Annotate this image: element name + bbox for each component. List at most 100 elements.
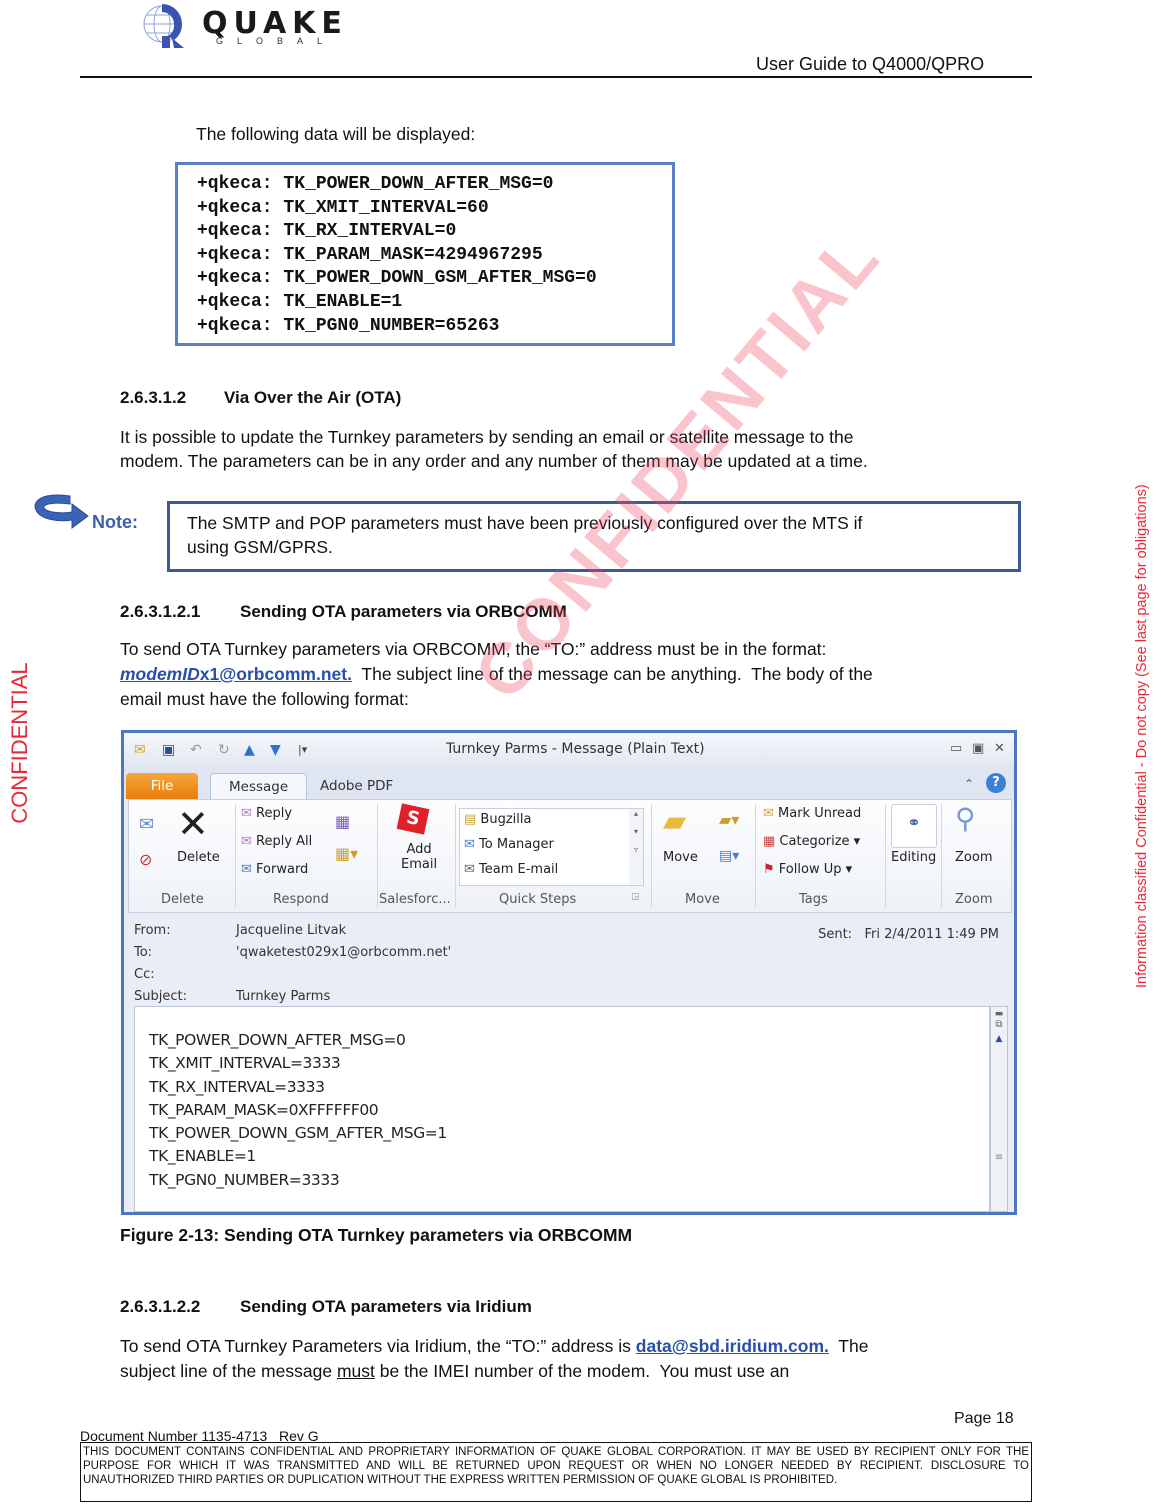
section-number: 2.6.3.1.2.1: [120, 602, 201, 621]
group-separator: [235, 804, 236, 908]
note-label: Note:: [92, 512, 138, 532]
group-label-tags: Tags: [799, 892, 828, 907]
scroll-top-icon[interactable]: ▬: [991, 1009, 1007, 1019]
tab-file[interactable]: File: [126, 773, 198, 799]
figure-caption: Figure 2-13: Sending OTA Turnkey paramet…: [120, 1225, 633, 1245]
body-scrollbar[interactable]: ▬ ⧉ ▲ ≡: [990, 1006, 1008, 1212]
tab-adobe-pdf[interactable]: Adobe PDF: [302, 773, 411, 799]
editing-label: Editing: [891, 850, 937, 865]
redo-icon[interactable]: ↻: [218, 741, 230, 759]
mark-unread-button[interactable]: ✉ Mark Unread: [763, 806, 861, 821]
junk-icon[interactable]: ⊘: [139, 850, 152, 869]
group-separator: [941, 804, 942, 908]
group-label-quick-steps: Quick Steps: [499, 892, 577, 907]
follow-up-label: Follow Up: [778, 862, 842, 877]
tab-message[interactable]: Message: [210, 773, 308, 800]
sent-label: Sent:: [818, 927, 853, 942]
help-icon[interactable]: ?: [986, 773, 1006, 793]
delete-button[interactable]: Delete: [177, 850, 220, 865]
section-number: 2.6.3.1.2: [120, 388, 187, 407]
delete-x-icon[interactable]: ✕: [177, 802, 209, 846]
more-respond-icon[interactable]: ▦▾: [335, 844, 358, 863]
paragraph-text: The: [828, 1336, 869, 1356]
scroll-grip-icon[interactable]: ≡: [991, 1152, 1007, 1163]
zoom-button[interactable]: Zoom: [955, 850, 992, 865]
customize-toolbar-icon[interactable]: |▾: [298, 741, 307, 759]
code-line: +qkeca: TK_POWER_DOWN_GSM_AFTER_MSG=0: [197, 268, 597, 289]
editing-button[interactable]: ⚭: [891, 804, 937, 848]
dialog-launcher-icon[interactable]: ◲: [631, 892, 640, 902]
add-email-label-1: Add: [406, 842, 432, 857]
undo-icon[interactable]: ↶: [190, 741, 202, 759]
paragraph-text: be the IMEI number of the modem. You mus…: [374, 1361, 790, 1381]
orbcomm-address-link[interactable]: modemIDx1@orbcomm.net.: [120, 664, 352, 684]
paragraph-line: email must have the following format:: [120, 689, 409, 709]
paragraph-line: To send OTA Turnkey Parameters via Iridi…: [120, 1334, 1030, 1359]
quick-step-label: Bugzilla: [480, 812, 532, 827]
quick-steps-scrollbar[interactable]: ▴ ▾ ▿: [629, 808, 644, 886]
group-separator: [651, 804, 652, 908]
meeting-icon[interactable]: ▦: [335, 812, 350, 831]
section-title: Via Over the Air (OTA): [224, 388, 402, 407]
categorize-button[interactable]: ▦ Categorize ▾: [763, 834, 860, 849]
iridium-address-link[interactable]: data@sbd.iridium.com.: [636, 1336, 829, 1356]
rules-icon[interactable]: ▰▾: [719, 810, 739, 829]
ribbon-tabs: File Message Adobe PDF ⌃ ?: [124, 769, 1014, 800]
scroll-up-arrow[interactable]: ▲: [991, 1034, 1007, 1044]
reply-all-icon: ✉: [241, 834, 257, 849]
add-email-button[interactable]: Add Email: [401, 842, 437, 872]
from-label: From:: [134, 923, 171, 938]
body-line: TK_RX_INTERVAL=3333: [149, 1077, 325, 1096]
categorize-icon: ▦: [763, 834, 780, 849]
flag-icon: ⚑: [763, 862, 779, 877]
code-output-box: +qkeca: TK_POWER_DOWN_AFTER_MSG=0 +qkeca…: [175, 162, 675, 346]
to-value[interactable]: 'qwaketest029x1@orbcomm.net': [236, 945, 451, 960]
code-line: +qkeca: TK_XMIT_INTERVAL=60: [197, 197, 489, 218]
onenote-icon[interactable]: ▤▾: [719, 848, 739, 864]
close-icon[interactable]: ✕: [994, 741, 1005, 756]
confidential-side-watermark: CONFIDENTIAL: [7, 662, 32, 824]
globe-icon: [143, 4, 184, 48]
save-icon[interactable]: ▣: [162, 741, 175, 759]
paragraph-line: modem. The parameters can be in any orde…: [120, 451, 868, 471]
section-heading-iridium: 2.6.3.1.2.2 Sending OTA parameters via Ir…: [120, 1297, 532, 1317]
message-body[interactable]: TK_POWER_DOWN_AFTER_MSG=0 TK_XMIT_INTERV…: [134, 1006, 990, 1212]
classification-side-notice: Information classified Confidential - Do…: [1134, 484, 1150, 988]
paragraph-line: subject line of the message must be the …: [120, 1359, 1030, 1384]
next-item-icon[interactable]: ▼: [270, 741, 281, 759]
reply-button[interactable]: ✉ Reply: [241, 806, 292, 821]
header-divider: [80, 76, 1032, 78]
note-arrow-icon: [34, 494, 89, 529]
group-label-delete: Delete: [161, 892, 204, 907]
categorize-label: Categorize: [779, 834, 850, 849]
quick-step-to-manager[interactable]: ✉ To Manager: [464, 837, 554, 852]
minimize-icon[interactable]: ▭: [950, 741, 962, 756]
forward-button[interactable]: ✉ Forward: [241, 862, 308, 877]
code-line: +qkeca: TK_PARAM_MASK=4294967295: [197, 244, 543, 265]
zoom-magnifier-icon[interactable]: ⚲: [955, 802, 976, 835]
collapse-ribbon-icon[interactable]: ⌃: [964, 777, 974, 791]
paragraph-text: The subject line of the message can be a…: [351, 664, 873, 684]
emphasis-must: must: [336, 1361, 375, 1381]
reply-all-label: Reply All: [256, 834, 313, 849]
move-button[interactable]: Move: [663, 850, 698, 865]
body-line: TK_POWER_DOWN_GSM_AFTER_MSG=1: [149, 1124, 447, 1143]
message-headers: From: Jacqueline Litvak Sent: Fri 2/4/20…: [134, 919, 1009, 1005]
follow-up-button[interactable]: ⚑ Follow Up ▾: [763, 862, 852, 877]
maximize-icon[interactable]: ▣: [972, 741, 984, 756]
ota-paragraph: It is possible to update the Turnkey par…: [120, 425, 1030, 473]
add-email-label-2: Email: [401, 857, 438, 872]
ignore-icon[interactable]: ✉: [139, 814, 154, 835]
forward-icon: ✉: [241, 862, 257, 877]
paragraph-line: modemIDx1@orbcomm.net. The subject line …: [120, 662, 1030, 687]
link-italic-part: modemID: [120, 664, 200, 684]
reply-icon: ✉: [241, 806, 257, 821]
quick-step-team-email[interactable]: ✉ Team E-mail: [464, 862, 558, 877]
quick-step-bugzilla[interactable]: ▤ Bugzilla: [464, 812, 531, 827]
from-value[interactable]: Jacqueline Litvak: [236, 923, 346, 938]
contact-card-icon[interactable]: ⧉: [991, 1019, 1007, 1030]
previous-item-icon[interactable]: ▲: [244, 741, 255, 759]
reply-all-button[interactable]: ✉ Reply All: [241, 834, 312, 849]
logo-subtitle: GLOBAL: [216, 36, 337, 46]
group-label-respond: Respond: [273, 892, 329, 907]
